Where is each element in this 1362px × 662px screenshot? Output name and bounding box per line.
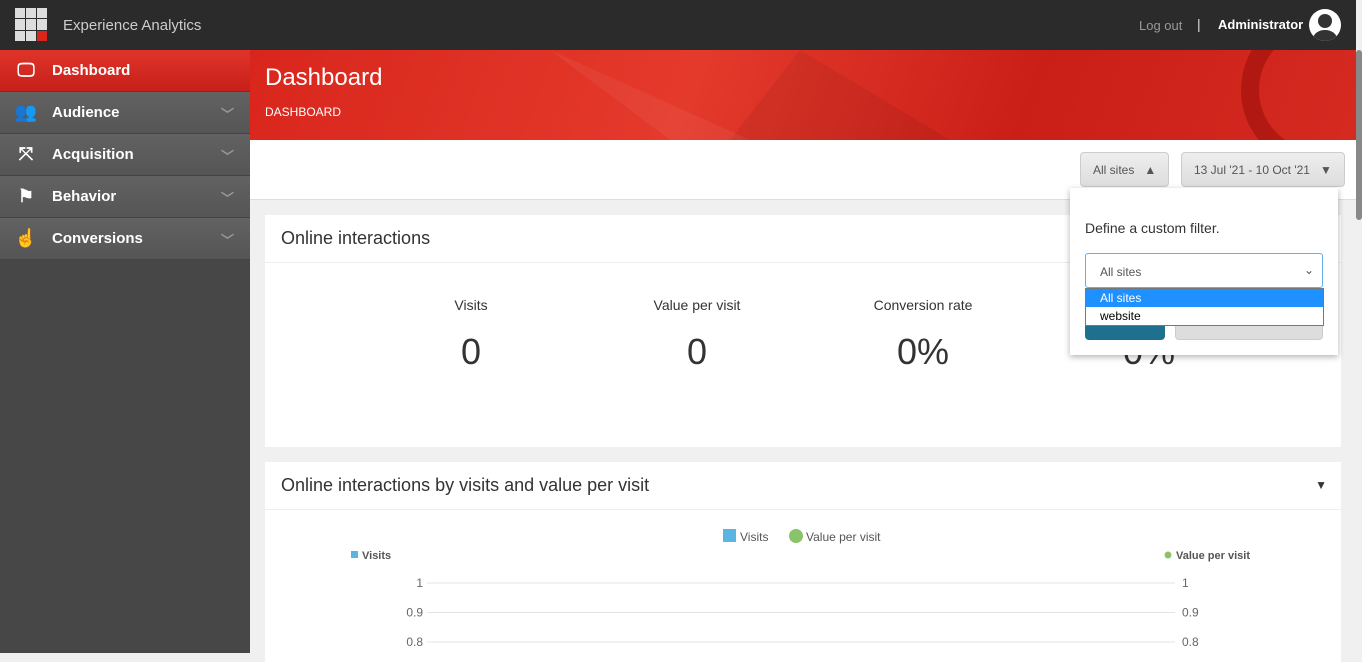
metric-label: Value per visit <box>653 297 741 313</box>
metric-value: 0 <box>686 331 708 372</box>
sidebar-item-acquisition[interactable]: ⤧ Acquisition ﹀ <box>0 134 250 176</box>
legend-value-swatch <box>789 529 803 543</box>
y-right-title: Value per visit <box>1176 550 1250 562</box>
line-chart: Visits Value per visit Visits Value per vis… <box>351 529 1250 649</box>
caret-up-icon: ▲ <box>1144 162 1157 177</box>
y-right-tick: 0.8 <box>1182 635 1199 649</box>
touch-icon: ☝ <box>14 228 38 248</box>
site-option[interactable]: website <box>1086 307 1323 325</box>
sidebar: 🖵 Dashboard 👥 Audience ﹀ ⤧ Acquisition ﹀ ⚑ Behavi… <box>0 50 250 653</box>
sidebar-item-label: Dashboard <box>52 62 131 79</box>
sidebar-item-label: Acquisition <box>52 146 134 163</box>
legend-value-per-visit[interactable]: Value per visit <box>806 530 881 544</box>
chevron-down-icon[interactable]: ﹀ <box>221 104 234 123</box>
top-bar: Experience Analytics Log out | Administr… <box>0 0 1362 50</box>
logout-link[interactable]: Log out <box>1139 18 1182 33</box>
user-name[interactable]: Administrator <box>1218 17 1303 32</box>
chevron-down-icon: ⌄ <box>1303 263 1314 277</box>
sidebar-item-dashboard[interactable]: 🖵 Dashboard <box>0 50 250 92</box>
people-icon: 👥 <box>14 102 38 122</box>
date-range-button[interactable]: 13 Jul '21 - 10 Oct '21 ▼ <box>1181 152 1345 187</box>
breadcrumb[interactable]: DASHBOARD <box>265 105 341 119</box>
metric-label: Conversion rate <box>873 297 973 313</box>
site-select[interactable]: All sites ⌄ <box>1085 253 1323 288</box>
metric-value: 0 <box>460 331 482 372</box>
date-range-label: 13 Jul '21 - 10 Oct '21 <box>1194 162 1310 177</box>
metric-label: Visits <box>454 297 488 313</box>
metric: Value per visit 0 <box>597 297 797 373</box>
y-left-tick: 1 <box>416 576 423 590</box>
chevron-down-icon[interactable]: ﹀ <box>221 188 234 207</box>
app-title: Experience Analytics <box>63 17 202 34</box>
y-right-tick: 0.9 <box>1182 606 1199 620</box>
scrollbar[interactable] <box>1356 0 1362 653</box>
sites-filter-button[interactable]: All sites ▲ <box>1080 152 1170 187</box>
y-left-marker <box>351 551 358 558</box>
y-right-tick: 1 <box>1182 576 1189 590</box>
sidebar-item-label: Behavior <box>52 188 117 205</box>
metric: Conversion rate 0% <box>823 297 1023 373</box>
y-right-marker <box>1164 551 1172 559</box>
app-logo[interactable] <box>15 8 48 41</box>
sites-filter-label: All sites <box>1093 162 1135 177</box>
avatar[interactable] <box>1309 9 1341 41</box>
separator: | <box>1197 16 1201 32</box>
sidebar-item-label: Audience <box>52 104 120 121</box>
site-option[interactable]: All sites <box>1086 289 1323 307</box>
legend-visits[interactable]: Visits <box>740 530 768 544</box>
sidebar-item-label: Conversions <box>52 230 143 247</box>
arrows-in-icon: ⤧ <box>18 144 34 164</box>
signpost-icon: ⚑ <box>17 186 35 206</box>
site-options: All sites website <box>1085 288 1324 326</box>
y-left-tick: 0.8 <box>406 635 423 649</box>
site-select-value: All sites <box>1100 265 1142 279</box>
page-banner: Dashboard DASHBOARD <box>250 50 1356 140</box>
sidebar-item-behavior[interactable]: ⚑ Behavior ﹀ <box>0 176 250 218</box>
visits-value-chart-panel: Online interactions by visits and value … <box>265 462 1341 662</box>
metric: Visits 0 <box>371 297 571 373</box>
sidebar-item-audience[interactable]: 👥 Audience ﹀ <box>0 92 250 134</box>
metric-value: 0% <box>896 331 950 372</box>
presentation-icon: 🖵 <box>17 60 35 80</box>
chevron-down-icon[interactable]: ﹀ <box>221 230 234 249</box>
custom-filter-popup: Define a custom filter. All sites ⌄ All s… <box>1070 188 1338 355</box>
popup-text: Define a custom filter. <box>1085 220 1220 236</box>
page-title: Dashboard <box>265 64 383 91</box>
sidebar-item-conversions[interactable]: ☝ Conversions ﹀ <box>0 218 250 260</box>
caret-down-icon: ▼ <box>1319 162 1332 177</box>
chevron-down-icon[interactable]: ﹀ <box>221 146 234 165</box>
y-left-tick: 0.9 <box>406 606 423 620</box>
y-left-title: Visits <box>362 550 391 562</box>
legend-visits-swatch <box>723 529 736 542</box>
scrollbar-thumb[interactable] <box>1356 50 1362 220</box>
